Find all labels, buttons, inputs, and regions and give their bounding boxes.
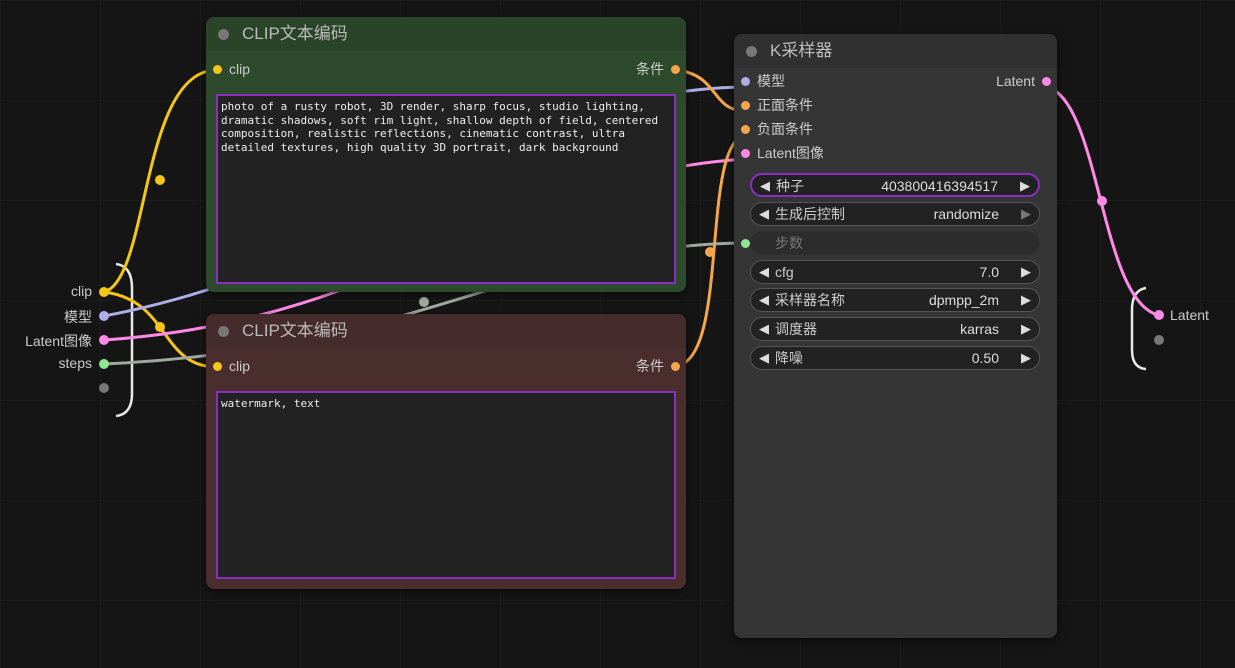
link-midpoint-negative-cond[interactable] xyxy=(705,247,715,257)
collapse-dot-icon[interactable] xyxy=(218,326,229,337)
latent-output-slot[interactable] xyxy=(1042,77,1051,86)
prev-option-arrow-icon[interactable]: ◀ xyxy=(759,289,769,311)
control-after-generate-widget[interactable]: ◀ 生成后控制 randomize ▶ xyxy=(750,202,1040,226)
sampler-io-row-model: 模型 Latent xyxy=(734,69,1057,93)
right-slot-empty-dot[interactable] xyxy=(1154,335,1164,345)
model-input-label: 模型 xyxy=(757,73,785,89)
steps-converted-input-row: 步数 xyxy=(734,231,1057,255)
clip-text-encode-positive-node[interactable]: CLIP文本编码 clip 条件 photo of a rusty robot,… xyxy=(206,17,686,292)
prev-option-arrow-icon[interactable]: ◀ xyxy=(759,203,769,225)
left-slot-steps-dot[interactable] xyxy=(99,359,109,369)
negative-prompt-textarea[interactable]: watermark, text xyxy=(216,391,676,579)
right-slot-latent-label: Latent xyxy=(1170,307,1209,323)
negative-input-slot[interactable] xyxy=(741,125,750,134)
link-midpoint-clip-negative[interactable] xyxy=(155,322,165,332)
node-title: CLIP文本编码 xyxy=(242,321,348,340)
right-slot-latent-dot[interactable] xyxy=(1154,310,1164,320)
positive-input-label: 正面条件 xyxy=(757,97,813,113)
next-option-arrow-icon[interactable]: ▶ xyxy=(1021,203,1031,225)
widget-value: randomize xyxy=(933,206,999,222)
sampler-name-widget[interactable]: ◀ 采样器名称 dpmpp_2m ▶ xyxy=(750,288,1040,312)
node-title: CLIP文本编码 xyxy=(242,24,348,43)
widget-value: 0.50 xyxy=(971,350,999,366)
ksampler-node[interactable]: K采样器 模型 Latent 正面条件 负面条件 Latent图像 ◀ 种子 4… xyxy=(734,34,1057,638)
prompt-textarea[interactable]: photo of a rusty robot, 3D render, sharp… xyxy=(216,94,676,284)
left-slot-model-label: 模型 xyxy=(64,309,92,325)
clip-input-slot[interactable] xyxy=(213,65,222,74)
conditioning-output-slot[interactable] xyxy=(671,362,680,371)
next-option-arrow-icon[interactable]: ▶ xyxy=(1021,289,1031,311)
left-slot-clip-dot[interactable] xyxy=(99,287,109,297)
sampler-io-row-negative: 负面条件 xyxy=(734,117,1057,141)
sampler-io-row-positive: 正面条件 xyxy=(734,93,1057,117)
node-title-bar[interactable]: CLIP文本编码 xyxy=(206,314,686,348)
clip-text-encode-negative-node[interactable]: CLIP文本编码 clip 条件 watermark, text xyxy=(206,314,686,589)
widget-value: dpmpp_2m xyxy=(928,292,999,308)
widget-name: 采样器名称 xyxy=(775,292,845,308)
link-midpoint-steps[interactable] xyxy=(419,297,429,307)
link-midpoint-clip-positive[interactable] xyxy=(155,175,165,185)
clip-input-label: clip xyxy=(229,61,251,77)
prev-option-arrow-icon[interactable]: ◀ xyxy=(759,318,769,340)
left-slot-empty-dot[interactable] xyxy=(99,383,109,393)
scheduler-widget[interactable]: ◀ 调度器 karras ▶ xyxy=(750,317,1040,341)
node-title-bar[interactable]: CLIP文本编码 xyxy=(206,17,686,51)
negative-input-label: 负面条件 xyxy=(757,121,813,137)
increment-arrow-icon[interactable]: ▶ xyxy=(1020,175,1030,197)
node-title: K采样器 xyxy=(770,41,833,60)
io-row: clip 条件 xyxy=(206,57,686,81)
collapse-dot-icon[interactable] xyxy=(746,46,757,57)
left-slot-steps-label: steps xyxy=(58,355,92,371)
conditioning-output-slot[interactable] xyxy=(671,65,680,74)
widget-name: 降噪 xyxy=(775,350,803,366)
widget-value: 7.0 xyxy=(979,264,999,280)
widget-name: 种子 xyxy=(776,178,804,194)
steps-widget-disabled: 步数 xyxy=(750,231,1040,255)
left-slot-latent-dot[interactable] xyxy=(99,335,109,345)
decrement-arrow-icon[interactable]: ◀ xyxy=(759,261,769,283)
conditioning-output-label: 条件 xyxy=(636,358,664,374)
widget-name: cfg xyxy=(775,264,794,280)
conditioning-output-label: 条件 xyxy=(636,61,664,77)
collapse-dot-icon[interactable] xyxy=(218,29,229,40)
model-input-slot[interactable] xyxy=(741,77,750,86)
cfg-widget[interactable]: ◀ cfg 7.0 ▶ xyxy=(750,260,1040,284)
clip-input-label: clip xyxy=(229,358,251,374)
seed-widget[interactable]: ◀ 种子 403800416394517 ▶ xyxy=(750,173,1040,197)
sampler-io-row-latent: Latent图像 xyxy=(734,141,1057,165)
positive-input-slot[interactable] xyxy=(741,101,750,110)
widget-value: karras xyxy=(960,321,999,337)
node-title-bar[interactable]: K采样器 xyxy=(734,34,1057,68)
latent-input-label: Latent图像 xyxy=(757,145,824,161)
next-option-arrow-icon[interactable]: ▶ xyxy=(1021,318,1031,340)
latent-input-slot[interactable] xyxy=(741,149,750,158)
widget-name: 步数 xyxy=(775,235,803,251)
increment-arrow-icon[interactable]: ▶ xyxy=(1021,347,1031,369)
left-slot-model-dot[interactable] xyxy=(99,311,109,321)
widget-name: 生成后控制 xyxy=(775,206,845,222)
increment-arrow-icon[interactable]: ▶ xyxy=(1021,261,1031,283)
clip-input-slot[interactable] xyxy=(213,362,222,371)
io-row: clip 条件 xyxy=(206,354,686,378)
decrement-arrow-icon[interactable]: ◀ xyxy=(759,347,769,369)
denoise-widget[interactable]: ◀ 降噪 0.50 ▶ xyxy=(750,346,1040,370)
steps-input-slot[interactable] xyxy=(741,239,750,248)
decrement-arrow-icon[interactable]: ◀ xyxy=(760,175,770,197)
widget-name: 调度器 xyxy=(775,321,817,337)
left-slot-clip-label: clip xyxy=(70,283,92,299)
link-midpoint-latent-output[interactable] xyxy=(1097,196,1107,206)
latent-output-label: Latent xyxy=(996,73,1035,89)
widget-value: 403800416394517 xyxy=(881,178,998,194)
left-slot-latent-label: Latent图像 xyxy=(25,333,92,349)
